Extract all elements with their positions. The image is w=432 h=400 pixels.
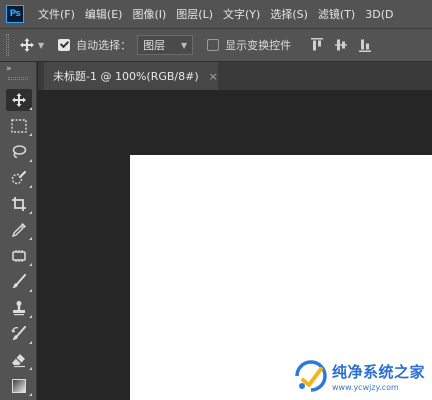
watermark-text: 纯净系统之家 www.ycwjzy.com bbox=[332, 361, 425, 392]
tool-group-indicator bbox=[29, 237, 32, 240]
options-bar-grip[interactable] bbox=[6, 34, 9, 56]
tool-group-indicator bbox=[29, 315, 32, 318]
menu-3d[interactable]: 3D(D bbox=[365, 8, 393, 21]
tool-group-indicator bbox=[29, 211, 32, 214]
auto-select-checkbox[interactable] bbox=[58, 39, 71, 51]
tool-group-indicator bbox=[29, 133, 32, 136]
move-tool-icon bbox=[20, 38, 34, 52]
tool-preset-picker[interactable]: ▼ bbox=[19, 37, 44, 53]
align-buttons bbox=[311, 38, 383, 52]
menu-layer[interactable]: 图层(L) bbox=[176, 6, 213, 22]
tool-group-indicator bbox=[29, 289, 32, 292]
eraser-icon bbox=[12, 354, 25, 368]
watermark-logo-icon bbox=[295, 360, 327, 392]
close-icon[interactable]: × bbox=[209, 70, 218, 83]
eraser-tool-button[interactable] bbox=[6, 349, 32, 371]
auto-select-target-value: 图层 bbox=[143, 39, 166, 52]
rectangular-marquee-icon bbox=[11, 119, 27, 133]
tools-panel-header: » bbox=[0, 62, 36, 86]
tool-group-indicator bbox=[29, 341, 32, 344]
brush-tool-button[interactable] bbox=[6, 271, 32, 293]
quick-selection-tool-button[interactable] bbox=[6, 167, 32, 189]
move-tool-icon bbox=[12, 93, 26, 107]
eyedropper-icon bbox=[11, 223, 26, 238]
align-vertical-centers-icon[interactable] bbox=[335, 38, 348, 52]
show-transform-checkbox[interactable] bbox=[207, 39, 220, 51]
menu-filter[interactable]: 滤镜(T) bbox=[318, 6, 355, 22]
tool-group-indicator bbox=[29, 185, 32, 188]
document-tab[interactable]: 未标题-1 @ 100%(RGB/8#) × bbox=[44, 62, 218, 90]
menu-select[interactable]: 选择(S) bbox=[270, 6, 308, 22]
menu-file[interactable]: 文件(F) bbox=[38, 6, 75, 22]
crop-icon bbox=[12, 197, 26, 211]
clone-stamp-tool-button[interactable] bbox=[6, 297, 32, 319]
chevron-down-icon: ▼ bbox=[181, 40, 188, 50]
crop-tool-button[interactable] bbox=[6, 193, 32, 215]
menu-type[interactable]: 文字(Y) bbox=[223, 6, 260, 22]
menu-edit[interactable]: 编辑(E) bbox=[85, 6, 123, 22]
brush-icon bbox=[12, 274, 26, 288]
tools-panel: » bbox=[0, 62, 37, 400]
align-top-edges-icon[interactable] bbox=[311, 38, 324, 52]
history-brush-tool-button[interactable] bbox=[6, 323, 32, 345]
watermark: 纯净系统之家 www.ycwjzy.com bbox=[290, 352, 432, 400]
document-tab-title: 未标题-1 @ 100%(RGB/8#) bbox=[53, 70, 199, 83]
gradient-icon bbox=[12, 379, 26, 393]
collapse-panel-icon[interactable]: » bbox=[6, 64, 12, 74]
spot-healing-brush-icon bbox=[12, 250, 26, 262]
lasso-icon bbox=[12, 145, 27, 158]
options-bar: ▼ 自动选择： 图层 ▼ 显示变换控件 bbox=[0, 28, 432, 62]
tool-group-indicator bbox=[29, 107, 32, 110]
rectangular-marquee-tool-button[interactable] bbox=[6, 115, 32, 137]
auto-select-label: 自动选择： bbox=[76, 39, 132, 52]
lasso-tool-button[interactable] bbox=[6, 141, 32, 163]
show-transform-controls[interactable]: 显示变换控件 bbox=[207, 37, 291, 53]
gradient-tool-button[interactable] bbox=[6, 375, 32, 397]
auto-select-target-dropdown[interactable]: 图层 ▼ bbox=[137, 35, 194, 55]
document-tab-bar: 未标题-1 @ 100%(RGB/8#) × bbox=[38, 62, 432, 90]
watermark-title: 纯净系统之家 bbox=[332, 362, 426, 381]
history-brush-icon bbox=[11, 326, 26, 340]
quick-selection-icon bbox=[11, 170, 27, 185]
show-transform-label: 显示变换控件 bbox=[225, 39, 292, 52]
tool-group-indicator bbox=[29, 263, 32, 266]
tools-panel-grip[interactable] bbox=[8, 77, 28, 80]
spot-healing-brush-tool-button[interactable] bbox=[6, 245, 32, 267]
clone-stamp-icon bbox=[13, 301, 25, 316]
move-tool-button[interactable] bbox=[6, 89, 32, 111]
chevron-down-icon: ▼ bbox=[38, 40, 45, 50]
menu-bar: Ps 文件(F) 编辑(E) 图像(I) 图层(L) 文字(Y) 选择(S) 滤… bbox=[0, 0, 432, 28]
tool-group-indicator bbox=[29, 393, 32, 396]
tool-group-indicator bbox=[29, 367, 32, 370]
photoshop-logo[interactable]: Ps bbox=[6, 5, 24, 23]
menu-image[interactable]: 图像(I) bbox=[132, 6, 166, 22]
tool-group-indicator bbox=[29, 159, 32, 162]
eyedropper-tool-button[interactable] bbox=[6, 219, 32, 241]
align-bottom-edges-icon[interactable] bbox=[359, 38, 372, 52]
watermark-url: www.ycwjzy.com bbox=[332, 382, 399, 392]
